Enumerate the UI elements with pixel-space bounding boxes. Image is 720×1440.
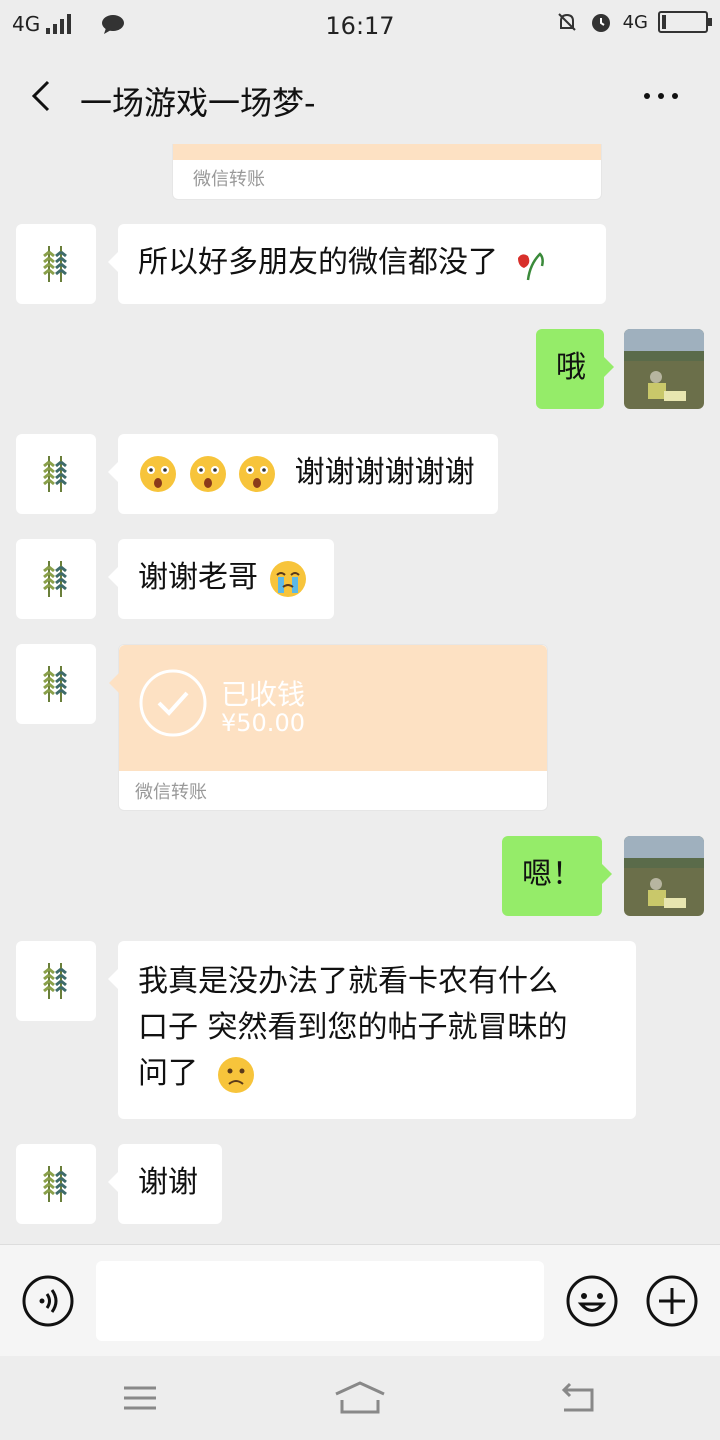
message-bubble[interactable]: 谢谢老哥 bbox=[108, 539, 334, 619]
wilted-rose-emoji bbox=[517, 251, 544, 280]
message-bubble[interactable]: 谢谢谢谢谢谢 bbox=[108, 434, 498, 514]
network-type-right: 4G bbox=[622, 11, 648, 33]
my-avatar[interactable] bbox=[624, 836, 704, 916]
frown-emoji bbox=[217, 1056, 254, 1093]
chat-header: 一场游戏一场梦- bbox=[0, 50, 720, 144]
emoji-picker-icon[interactable] bbox=[566, 1275, 618, 1327]
message-bubble[interactable]: 谢谢 bbox=[108, 1144, 222, 1224]
message-text: 哦 bbox=[556, 350, 586, 385]
home-icon[interactable] bbox=[332, 1380, 388, 1416]
game-character-avatar bbox=[624, 836, 704, 916]
mute-notification-icon bbox=[557, 13, 576, 31]
message-list[interactable]: 微信转账 所以好多朋友的微信都没了 哦 谢谢谢谢谢谢 谢谢老哥 已收钱 ¥50.… bbox=[0, 144, 720, 1244]
input-bar bbox=[0, 1244, 720, 1356]
wheat-leaf-icon bbox=[43, 666, 67, 702]
game-character-avatar bbox=[624, 329, 704, 409]
check-circle-icon bbox=[139, 669, 207, 737]
message-text: 谢谢谢谢谢谢 bbox=[294, 455, 475, 490]
crying-emoji bbox=[269, 560, 306, 597]
system-nav-bar bbox=[0, 1356, 720, 1440]
chat-title: 一场游戏一场梦- bbox=[80, 84, 316, 122]
more-dot-icon bbox=[672, 93, 678, 99]
shocked-emoji bbox=[189, 455, 226, 492]
more-dot-icon bbox=[658, 93, 664, 99]
shocked-emoji bbox=[239, 455, 276, 492]
wheat-leaf-icon bbox=[43, 561, 67, 597]
message-line: 问了 bbox=[138, 1056, 198, 1091]
wheat-leaf-icon bbox=[43, 246, 67, 282]
more-dot-icon bbox=[644, 93, 650, 99]
voice-input-icon[interactable] bbox=[22, 1275, 74, 1327]
menu-icon[interactable] bbox=[118, 1380, 162, 1416]
transfer-footer: 微信转账 bbox=[135, 782, 207, 803]
message-line: 我真是没办法了就看卡农有什么 bbox=[138, 964, 558, 999]
contact-avatar[interactable] bbox=[16, 434, 96, 514]
add-attachment-icon[interactable] bbox=[646, 1275, 698, 1327]
message-text: 谢谢 bbox=[138, 1165, 198, 1200]
transfer-status: 已收钱 bbox=[221, 678, 306, 711]
wheat-leaf-icon bbox=[43, 456, 67, 492]
transfer-footer: 微信转账 bbox=[193, 169, 265, 190]
battery-icon bbox=[658, 11, 712, 33]
transfer-amount: ¥50.00 bbox=[221, 709, 305, 737]
more-options-button[interactable] bbox=[644, 86, 684, 106]
back-arrow-icon[interactable] bbox=[22, 76, 62, 116]
transfer-card-partial[interactable]: 微信转账 bbox=[172, 144, 602, 200]
message-input[interactable] bbox=[96, 1261, 544, 1341]
status-bar: 4G 16:17 4G bbox=[0, 0, 720, 50]
transfer-card[interactable]: 已收钱 ¥50.00 微信转账 bbox=[109, 644, 548, 811]
alarm-icon bbox=[591, 14, 610, 32]
contact-avatar[interactable] bbox=[16, 941, 96, 1021]
message-line-last: 问了 bbox=[138, 1051, 616, 1097]
shocked-emoji bbox=[140, 455, 176, 492]
message-line: 口子 突然看到您的帖子就冒昧的 bbox=[138, 1010, 568, 1045]
message-text: 嗯！ bbox=[522, 857, 582, 892]
contact-avatar[interactable] bbox=[16, 1144, 96, 1224]
message-bubble[interactable]: 我真是没办法了就看卡农有什么 口子 突然看到您的帖子就冒昧的 问了 bbox=[108, 941, 636, 1119]
status-right: 4G bbox=[555, 10, 712, 34]
back-nav-icon[interactable] bbox=[556, 1380, 600, 1416]
message-bubble[interactable]: 所以好多朋友的微信都没了 bbox=[108, 224, 606, 304]
message-text: 所以好多朋友的微信都没了 bbox=[138, 245, 498, 280]
wheat-leaf-icon bbox=[43, 963, 67, 999]
message-bubble[interactable]: 嗯！ bbox=[502, 836, 612, 916]
my-avatar[interactable] bbox=[624, 329, 704, 409]
contact-avatar[interactable] bbox=[16, 224, 96, 304]
wheat-leaf-icon bbox=[43, 1166, 67, 1202]
contact-avatar[interactable] bbox=[16, 644, 96, 724]
message-text: 谢谢老哥 bbox=[138, 560, 258, 595]
message-bubble[interactable]: 哦 bbox=[536, 329, 614, 409]
contact-avatar[interactable] bbox=[16, 539, 96, 619]
